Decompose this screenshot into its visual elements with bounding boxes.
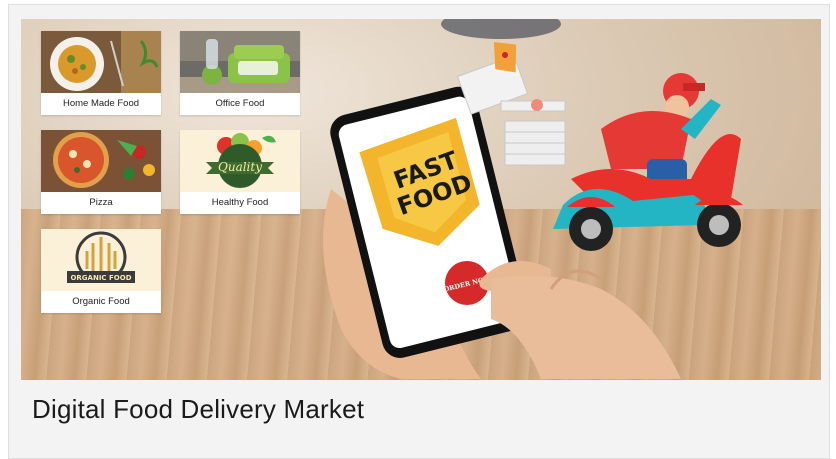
organic-wheat-badge-icon: ORGANIC FOOD	[41, 229, 161, 291]
article-card[interactable]: Home Made Food Office Food Pizza Quality…	[8, 4, 830, 459]
category-tile-home-made-food[interactable]: Home Made Food	[41, 31, 161, 115]
tile-label: Pizza	[89, 197, 113, 208]
home-made-food-icon	[41, 31, 161, 93]
pizza-icon	[41, 130, 161, 192]
tile-label: Healthy Food	[211, 197, 269, 208]
delivery-scooter-illustration	[451, 29, 751, 264]
quality-fruit-badge-icon: Quality	[180, 130, 300, 192]
pointing-hand	[486, 259, 721, 380]
category-tile-healthy-food[interactable]: Quality Healthy Food	[180, 130, 300, 214]
category-tile-office-food[interactable]: Office Food	[180, 31, 300, 115]
tile-label: Office Food	[215, 98, 265, 109]
svg-text:Quality: Quality	[218, 160, 262, 174]
tile-label: Home Made Food	[62, 98, 140, 109]
caption-title[interactable]: Digital Food Delivery Market	[32, 394, 364, 425]
svg-text:ORGANIC FOOD: ORGANIC FOOD	[70, 274, 131, 282]
hero-image[interactable]: Home Made Food Office Food Pizza Quality…	[21, 19, 821, 380]
category-tile-organic-food[interactable]: ORGANIC FOOD Organic Food	[41, 229, 161, 313]
tile-label: Organic Food	[72, 296, 130, 307]
lunchbox-icon	[180, 31, 300, 93]
category-tile-pizza[interactable]: Pizza	[41, 130, 161, 214]
